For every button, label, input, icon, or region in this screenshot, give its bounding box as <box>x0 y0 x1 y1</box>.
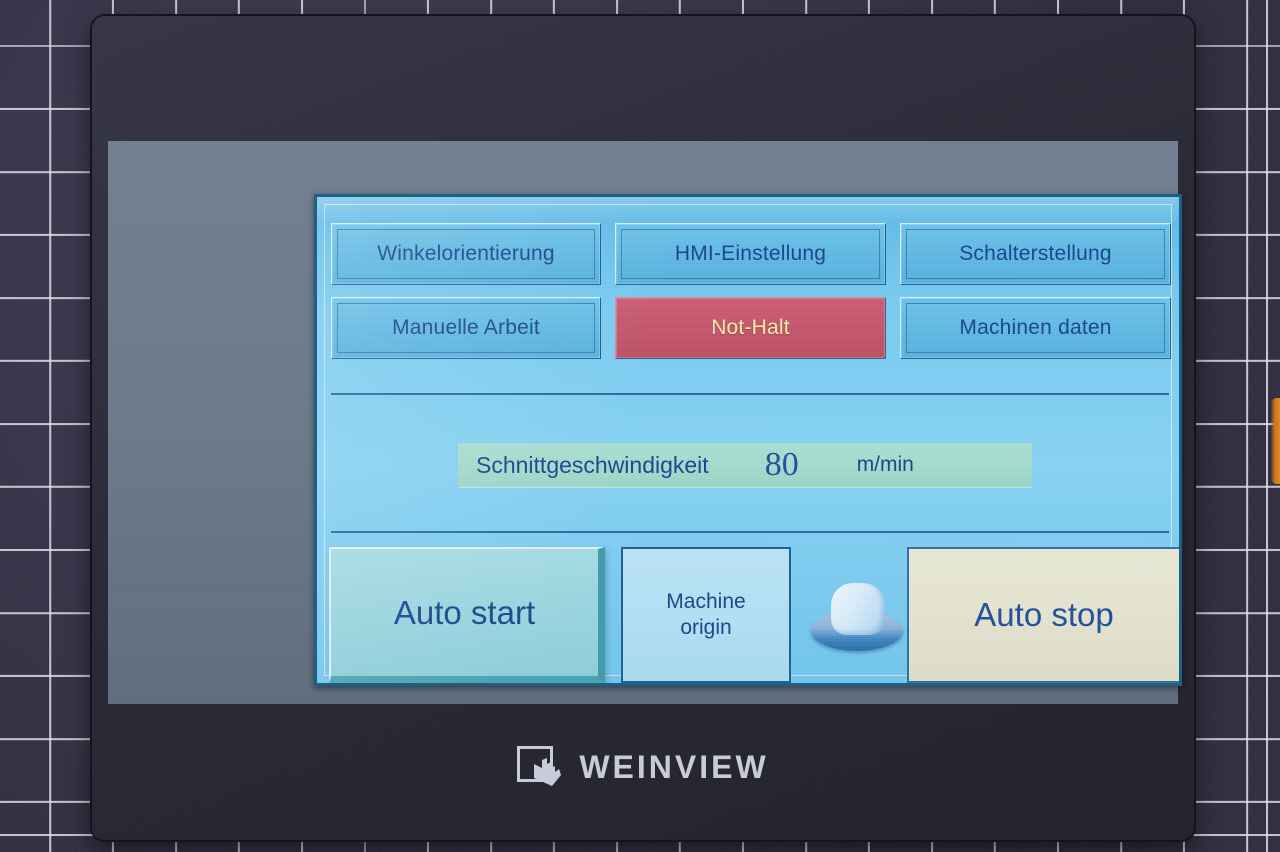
cutting-speed-unit: m/min <box>856 453 914 476</box>
menu-button-row-1: Winkelorientierung HMI-Einstellung Schal… <box>331 223 1171 285</box>
button-auto-stop[interactable]: Auto stop <box>907 547 1179 683</box>
divider-upper <box>331 393 1169 395</box>
button-label: Not-Halt <box>711 316 790 339</box>
button-label: Manuelle Arbeit <box>392 316 540 339</box>
logo-hand-glyph <box>534 758 562 786</box>
pushbutton-knob-icon[interactable] <box>811 583 903 655</box>
knob-cap <box>831 583 885 635</box>
machine-origin-label-line2: origin <box>680 616 732 639</box>
button-schalterstellung[interactable]: Schalterstellung <box>900 223 1171 285</box>
button-manuelle-arbeit[interactable]: Manuelle Arbeit <box>331 297 601 359</box>
hmi-device: Winkelorientierung HMI-Einstellung Schal… <box>92 16 1194 840</box>
button-winkelorientierung[interactable]: Winkelorientierung <box>331 223 601 285</box>
cutting-speed-label: Schnittgeschwindigkeit <box>476 451 709 478</box>
brand-name: WEINVIEW <box>579 748 769 785</box>
button-label: Winkelorientierung <box>377 242 555 265</box>
cutting-speed-readout[interactable]: Schnittgeschwindigkeit 80 m/min <box>458 443 1032 487</box>
button-machinen-daten[interactable]: Machinen daten <box>900 297 1171 359</box>
divider-lower <box>331 531 1169 533</box>
auto-start-label: Auto start <box>393 593 536 631</box>
menu-button-row-2: Manuelle Arbeit Not-Halt Machinen daten <box>331 297 1171 359</box>
screenshot-stage: Winkelorientierung HMI-Einstellung Schal… <box>0 0 1280 852</box>
button-auto-start[interactable]: Auto start <box>329 547 605 683</box>
menu-button-grid: Winkelorientierung HMI-Einstellung Schal… <box>331 223 1171 371</box>
action-row: Auto start Machine origin Auto stop <box>329 547 1179 683</box>
machine-origin-label-line1: Machine <box>666 589 746 613</box>
button-not-halt[interactable]: Not-Halt <box>615 297 886 359</box>
button-label: HMI-Einstellung <box>674 242 827 265</box>
button-machine-origin[interactable]: Machine origin <box>621 547 791 683</box>
auto-stop-label: Auto stop <box>974 596 1114 633</box>
button-label: Machinen daten <box>959 316 1112 339</box>
touch-hand-square-icon <box>517 744 563 790</box>
lcd-frame: Winkelorientierung HMI-Einstellung Schal… <box>314 194 1182 686</box>
orange-object-edge <box>1271 398 1280 484</box>
button-hmi-einstellung[interactable]: HMI-Einstellung <box>615 223 886 285</box>
lcd-display[interactable]: Winkelorientierung HMI-Einstellung Schal… <box>317 197 1179 683</box>
button-label: Schalterstellung <box>959 242 1112 265</box>
brand-logo: WEINVIEW <box>92 744 1194 790</box>
cutting-speed-value[interactable]: 80 <box>765 448 799 482</box>
